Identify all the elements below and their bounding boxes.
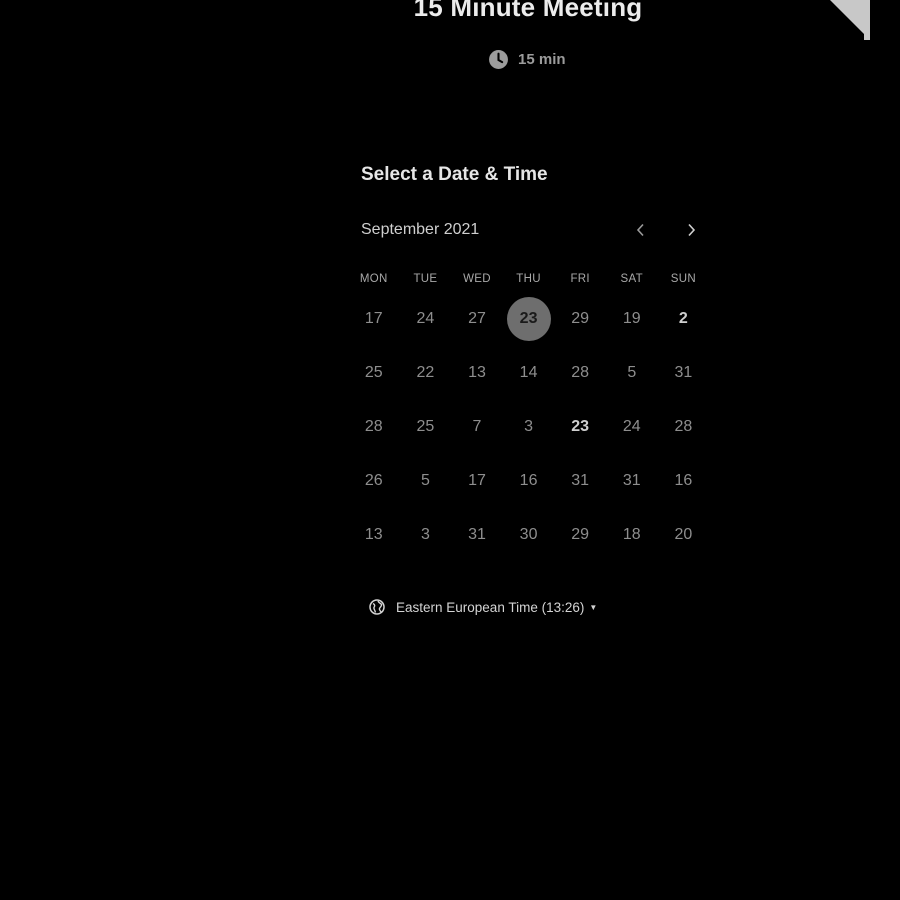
calendar-day[interactable]: 30 [503,508,555,562]
calendar-day[interactable]: 31 [606,454,658,508]
calendar-day[interactable]: 26 [348,454,400,508]
calendar-day[interactable]: 24 [606,400,658,454]
timezone-selector[interactable]: Eastern European Time (13:26) ▼ [369,599,597,615]
timezone-label: Eastern European Time (13:26) [396,599,585,615]
calendar-day[interactable]: 28 [348,400,400,454]
calendar-day[interactable]: 5 [606,346,658,400]
duration-label: 15 min [518,51,566,68]
calendar-day[interactable]: 29 [554,508,606,562]
prev-month-button[interactable] [627,216,655,244]
booking-page: 15 Minute Meeting 15 min Select a Date &… [0,0,900,900]
calendar-day-available[interactable]: 2 [658,292,710,346]
weekday-label: MON [359,273,388,285]
calendar-day[interactable]: 25 [348,346,400,400]
calendar-day[interactable]: 16 [503,454,555,508]
calendar-day[interactable]: 28 [658,400,710,454]
caret-down-icon: ▼ [589,602,598,612]
month-label: September 2021 [361,221,480,238]
next-month-button[interactable] [677,216,705,244]
calendar-day-selected[interactable]: 23 [503,292,555,346]
event-title: 15 Minute Meeting [413,0,643,22]
calendar-day[interactable]: 13 [451,346,503,400]
calendar-day[interactable]: 31 [451,508,503,562]
calendar-day[interactable]: 17 [451,454,503,508]
chevron-right-icon [688,223,696,237]
event-duration: 15 min [488,49,566,70]
calendar-day[interactable]: 27 [451,292,503,346]
weekday-header: MON TUE WED THU FRI SAT SUN [348,273,709,285]
calendar-day[interactable]: 7 [451,400,503,454]
calendar-day[interactable]: 3 [400,508,452,562]
calendar-day[interactable]: 20 [658,508,710,562]
globe-icon [369,599,385,615]
clock-icon [489,50,508,69]
calendar-day[interactable]: 19 [606,292,658,346]
calendar-day[interactable]: 31 [554,454,606,508]
calendar-day[interactable]: 16 [658,454,710,508]
section-title: Select a Date & Time [361,164,548,185]
calendar-day[interactable]: 13 [348,508,400,562]
calendar-day[interactable]: 3 [503,400,555,454]
calendar-grid: 17 24 27 23 29 19 2 25 22 13 14 28 5 31 … [348,292,709,562]
weekday-label: FRI [570,273,590,285]
calendar-day[interactable]: 31 [658,346,710,400]
calendar-day[interactable]: 22 [400,346,452,400]
chevron-left-icon [636,223,644,237]
weekday-label: TUE [413,273,438,285]
weekday-label: WED [463,273,491,285]
calendar-day[interactable]: 24 [400,292,452,346]
calendar-day[interactable]: 25 [400,400,452,454]
weekday-label: SAT [620,273,643,285]
weekday-label: SUN [670,273,696,285]
calendar-day[interactable]: 29 [554,292,606,346]
calendar-day[interactable]: 28 [554,346,606,400]
calendar-day[interactable]: 18 [606,508,658,562]
weekday-label: THU [516,273,541,285]
calendar-day-available[interactable]: 23 [554,400,606,454]
calendar-day[interactable]: 5 [400,454,452,508]
calendar-day[interactable]: 17 [348,292,400,346]
calendar-day[interactable]: 14 [503,346,555,400]
